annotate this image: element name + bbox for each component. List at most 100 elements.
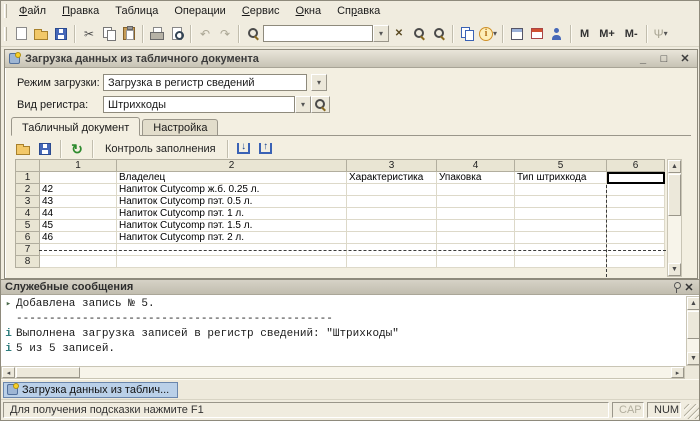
menubar-grip[interactable] xyxy=(4,4,7,18)
window-titlebar[interactable]: Загрузка данных из табличного документа … xyxy=(5,50,697,68)
menu-table[interactable]: Таблица xyxy=(107,2,166,20)
clipboard-buffer-button[interactable] xyxy=(457,24,477,44)
scroll-up-button[interactable]: ▲ xyxy=(668,160,681,173)
cell[interactable] xyxy=(346,231,437,244)
cell[interactable] xyxy=(116,255,347,268)
menu-windows[interactable]: Окна xyxy=(288,2,330,20)
cell[interactable]: Тип штрихкода xyxy=(514,171,607,184)
service-messages-header[interactable]: Служебные сообщения ✕ xyxy=(1,280,699,295)
cell[interactable] xyxy=(39,171,117,184)
cell[interactable] xyxy=(346,183,437,196)
row-header[interactable]: 1 xyxy=(15,171,40,184)
copy-button[interactable] xyxy=(99,24,119,44)
cell[interactable] xyxy=(39,255,117,268)
cell[interactable] xyxy=(606,195,665,208)
search-dropdown-button[interactable]: ▾ xyxy=(373,25,389,42)
cell[interactable] xyxy=(606,207,665,220)
calendar-button[interactable] xyxy=(527,24,547,44)
fill-control-button[interactable]: Контроль заполнения xyxy=(99,140,222,158)
maximize-button[interactable]: □ xyxy=(656,53,672,65)
register-combobox[interactable]: Штрихкоды xyxy=(103,96,295,113)
cell[interactable] xyxy=(436,255,515,268)
messages-horizontal-scrollbar[interactable]: ◂ ▸ xyxy=(1,366,685,379)
row-header[interactable]: 7 xyxy=(15,243,40,256)
cell[interactable] xyxy=(514,255,607,268)
tab-settings[interactable]: Настройка xyxy=(142,119,219,135)
search-clear-button[interactable]: ✕ xyxy=(389,24,409,44)
cell[interactable]: Напиток Cutycomp пэт. 0.5 л. xyxy=(116,195,347,208)
cell[interactable]: 44 xyxy=(39,207,117,220)
cell[interactable] xyxy=(346,255,437,268)
cell[interactable] xyxy=(346,219,437,232)
cell[interactable] xyxy=(606,255,665,268)
row-header[interactable]: 6 xyxy=(15,231,40,244)
export-rows-button[interactable]: ↑ xyxy=(256,139,276,159)
import-rows-button[interactable]: ↓ xyxy=(234,139,254,159)
cell[interactable]: 42 xyxy=(39,183,117,196)
menu-help[interactable]: Справка xyxy=(329,2,388,20)
info-button[interactable]: i ▾ xyxy=(477,24,499,44)
scroll-down-button[interactable]: ▼ xyxy=(687,352,699,365)
cell[interactable]: 46 xyxy=(39,231,117,244)
column-header[interactable]: 6 xyxy=(606,159,665,172)
scroll-down-button[interactable]: ▼ xyxy=(668,263,681,276)
table-vertical-scrollbar[interactable]: ▲ ▼ xyxy=(667,159,682,277)
resize-grip[interactable] xyxy=(684,404,699,419)
row-header[interactable]: 5 xyxy=(15,219,40,232)
tools-button[interactable]: Ψ ▾ xyxy=(651,24,671,44)
tab-tabular-document[interactable]: Табличный документ xyxy=(11,117,141,136)
cell[interactable]: Характеристика xyxy=(346,171,437,184)
cell[interactable] xyxy=(436,231,515,244)
cell[interactable]: Напиток Cutycomp пэт. 1.5 л. xyxy=(116,219,347,232)
back-button[interactable]: ↶ xyxy=(195,24,215,44)
row-header[interactable]: 3 xyxy=(15,195,40,208)
cell[interactable] xyxy=(514,207,607,220)
cell[interactable] xyxy=(346,207,437,220)
scroll-up-button[interactable]: ▲ xyxy=(687,297,699,310)
cell[interactable]: Владелец xyxy=(116,171,347,184)
cell[interactable]: Напиток Cutycomp пэт. 2 л. xyxy=(116,231,347,244)
row-header[interactable]: 8 xyxy=(15,255,40,268)
taskbar-window-button[interactable]: Загрузка данных из таблич... xyxy=(3,381,179,398)
open-button[interactable] xyxy=(31,24,51,44)
paste-button[interactable] xyxy=(119,24,139,44)
register-lookup-button[interactable] xyxy=(311,96,330,113)
cell[interactable] xyxy=(514,195,607,208)
menu-service[interactable]: Сервис xyxy=(234,2,288,20)
print-preview-button[interactable] xyxy=(167,24,187,44)
menu-operations[interactable]: Операции xyxy=(166,2,233,20)
messages-vertical-scrollbar[interactable]: ▲ ▼ xyxy=(686,296,699,366)
cell[interactable]: Упаковка xyxy=(436,171,515,184)
load-mode-dropdown-button[interactable]: ▾ xyxy=(311,74,327,91)
cell[interactable] xyxy=(436,219,515,232)
cell[interactable] xyxy=(346,195,437,208)
selected-cell[interactable] xyxy=(606,171,665,184)
scrollbar-thumb[interactable] xyxy=(16,367,80,378)
cell[interactable] xyxy=(606,219,665,232)
column-header[interactable]: 5 xyxy=(514,159,607,172)
column-header[interactable]: 3 xyxy=(346,159,437,172)
corner-cell[interactable] xyxy=(15,159,40,172)
messages-close-button[interactable]: ✕ xyxy=(681,281,697,294)
cell[interactable]: Напиток Cutycomp ж.б. 0.25 л. xyxy=(116,183,347,196)
cell[interactable] xyxy=(514,219,607,232)
register-dropdown-button[interactable]: ▾ xyxy=(295,96,311,113)
cell[interactable] xyxy=(514,183,607,196)
new-document-button[interactable] xyxy=(11,24,31,44)
find-button[interactable] xyxy=(243,24,263,44)
load-mode-combobox[interactable]: Загрузка в регистр сведений xyxy=(103,74,307,91)
scroll-right-button[interactable]: ▸ xyxy=(671,367,684,378)
zoom-in-button[interactable] xyxy=(409,24,429,44)
pin-icon[interactable] xyxy=(672,281,681,293)
close-button[interactable]: ✕ xyxy=(677,52,693,65)
cut-button[interactable]: ✂ xyxy=(79,24,99,44)
cell[interactable]: Напиток Cutycomp пэт. 1 л. xyxy=(116,207,347,220)
column-header[interactable]: 4 xyxy=(436,159,515,172)
cell[interactable] xyxy=(606,183,665,196)
cell[interactable]: 43 xyxy=(39,195,117,208)
cell[interactable] xyxy=(514,231,607,244)
scrollbar-thumb[interactable] xyxy=(668,174,681,216)
memory-button[interactable]: M xyxy=(575,24,594,44)
column-header[interactable]: 2 xyxy=(116,159,347,172)
toolbar-grip[interactable] xyxy=(4,26,7,41)
